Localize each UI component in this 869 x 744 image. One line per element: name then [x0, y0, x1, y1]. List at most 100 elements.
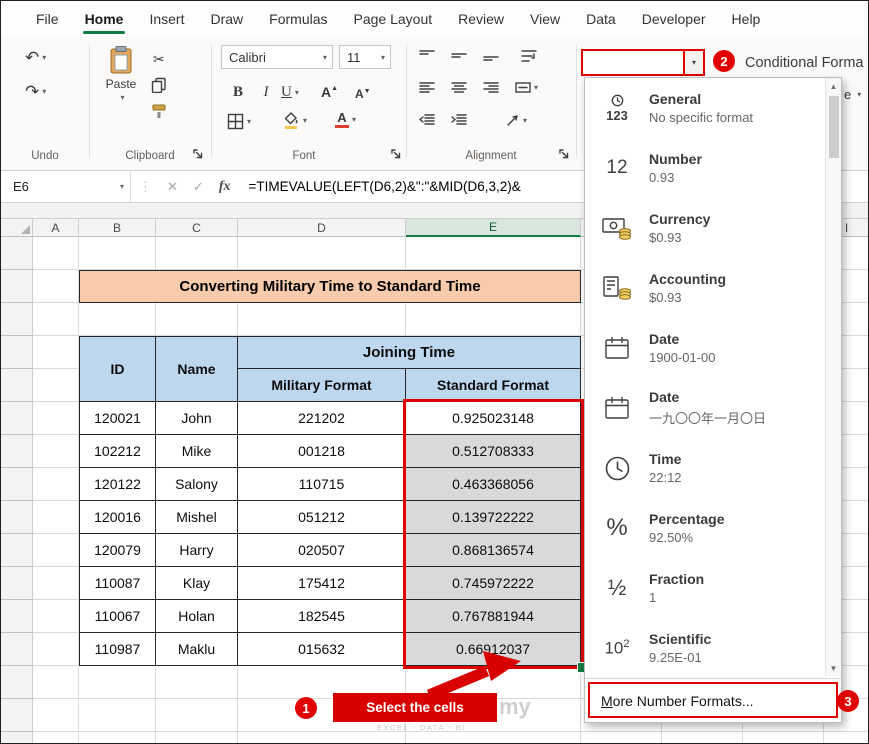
cell-c6[interactable]: John: [156, 402, 238, 435]
empty-cell[interactable]: [33, 699, 79, 732]
tab-review[interactable]: Review: [445, 2, 517, 36]
row-header-stub[interactable]: [1, 336, 33, 369]
empty-cell[interactable]: [33, 237, 79, 270]
cell-e12[interactable]: 0.767881944: [406, 600, 581, 633]
bold-button[interactable]: B: [227, 81, 249, 103]
empty-cell[interactable]: [79, 237, 156, 270]
empty-cell[interactable]: [156, 237, 238, 270]
empty-cell[interactable]: [33, 402, 79, 435]
number-format-combobox[interactable]: ▾: [581, 49, 705, 76]
cell-c12[interactable]: Holan: [156, 600, 238, 633]
empty-cell[interactable]: [824, 732, 869, 744]
empty-cell[interactable]: [33, 435, 79, 468]
scrollbar-thumb[interactable]: [829, 96, 839, 158]
format-option-percentage[interactable]: % Percentage 92.50%: [585, 498, 841, 558]
empty-cell[interactable]: [33, 567, 79, 600]
row-header-stub[interactable]: [1, 303, 33, 336]
increase-font-size-button[interactable]: A ▲: [321, 81, 338, 103]
select-all-button[interactable]: [1, 219, 33, 237]
empty-cell[interactable]: [156, 666, 238, 699]
empty-cell[interactable]: [743, 732, 824, 744]
cell-b11[interactable]: 110087: [79, 567, 156, 600]
tab-view[interactable]: View: [517, 2, 573, 36]
scroll-up-icon[interactable]: ▲: [830, 78, 838, 94]
font-dialog-launcher-icon[interactable]: [391, 149, 402, 160]
cell-d11[interactable]: 175412: [238, 567, 406, 600]
cell-b10[interactable]: 120079: [79, 534, 156, 567]
empty-cell[interactable]: [79, 732, 156, 744]
fill-color-button[interactable]: ▾: [283, 111, 307, 130]
borders-button[interactable]: ▾: [227, 113, 251, 130]
font-color-button[interactable]: A ▾: [335, 111, 356, 128]
table-header-id[interactable]: ID: [79, 336, 156, 402]
cell-e8[interactable]: 0.463368056: [406, 468, 581, 501]
empty-cell[interactable]: [33, 369, 79, 402]
conditional-formatting-button[interactable]: Conditional Forma: [745, 55, 863, 71]
table-header-standard-format[interactable]: Standard Format: [406, 369, 581, 402]
row-header-stub[interactable]: [1, 501, 33, 534]
row-header-stub[interactable]: [1, 534, 33, 567]
row-header-stub[interactable]: [1, 666, 33, 699]
format-option-date-long[interactable]: Date 一九〇〇年一月〇日: [585, 378, 841, 438]
empty-cell[interactable]: [33, 303, 79, 336]
empty-cell[interactable]: [581, 732, 662, 744]
row-header-stub[interactable]: [1, 567, 33, 600]
copy-button[interactable]: [151, 77, 167, 93]
clipped-ribbon-button[interactable]: e ▾: [844, 87, 861, 102]
clipboard-dialog-launcher-icon[interactable]: [193, 149, 204, 160]
format-option-time[interactable]: Time 22:12: [585, 438, 841, 498]
tab-help[interactable]: Help: [719, 2, 774, 36]
align-top-button[interactable]: [419, 49, 435, 62]
orientation-button[interactable]: ▾: [506, 113, 527, 127]
italic-button[interactable]: I: [255, 81, 277, 103]
empty-cell[interactable]: [156, 732, 238, 744]
column-header-e[interactable]: E: [406, 219, 581, 237]
worksheet-title[interactable]: Converting Military Time to Standard Tim…: [79, 270, 581, 303]
column-header-a[interactable]: A: [33, 219, 79, 237]
column-header-d[interactable]: D: [238, 219, 406, 237]
tab-page-layout[interactable]: Page Layout: [341, 2, 446, 36]
paste-button[interactable]: Paste ▾: [97, 45, 145, 102]
tab-formulas[interactable]: Formulas: [256, 2, 340, 36]
cell-d6[interactable]: 221202: [238, 402, 406, 435]
font-name-combobox[interactable]: Calibri ▾: [221, 45, 333, 69]
format-option-general[interactable]: 123 General No specific format: [585, 78, 841, 138]
wrap-text-button[interactable]: [521, 49, 537, 62]
empty-cell[interactable]: [33, 534, 79, 567]
cancel-icon[interactable]: ✕: [167, 179, 178, 195]
decrease-indent-button[interactable]: [419, 113, 435, 126]
row-header-stub[interactable]: [1, 600, 33, 633]
align-bottom-button[interactable]: [483, 49, 499, 62]
cell-b7[interactable]: 102212: [79, 435, 156, 468]
row-header-stub[interactable]: [1, 633, 33, 666]
empty-cell[interactable]: [33, 633, 79, 666]
tab-data[interactable]: Data: [573, 2, 629, 36]
format-option-currency[interactable]: Currency $0.93: [585, 198, 841, 258]
cell-c7[interactable]: Mike: [156, 435, 238, 468]
format-option-scientific[interactable]: 102 Scientific 9.25E-01: [585, 618, 841, 678]
enter-icon[interactable]: ✓: [193, 179, 204, 195]
merge-center-button[interactable]: ▾: [515, 81, 538, 94]
cell-e9[interactable]: 0.139722222: [406, 501, 581, 534]
cell-b12[interactable]: 110067: [79, 600, 156, 633]
empty-cell[interactable]: [79, 303, 156, 336]
cell-e10[interactable]: 0.868136574: [406, 534, 581, 567]
empty-cell[interactable]: [33, 501, 79, 534]
table-header-military-format[interactable]: Military Format: [238, 369, 406, 402]
empty-cell[interactable]: [79, 666, 156, 699]
empty-cell[interactable]: [238, 303, 406, 336]
cell-d12[interactable]: 182545: [238, 600, 406, 633]
column-header-c[interactable]: C: [156, 219, 238, 237]
cell-c13[interactable]: Maklu: [156, 633, 238, 666]
cell-b8[interactable]: 120122: [79, 468, 156, 501]
formula-input[interactable]: =TIMEVALUE(LEFT(D6,2)&":"&MID(D6,3,2)&: [248, 179, 520, 194]
table-header-joining-time[interactable]: Joining Time: [238, 336, 581, 369]
column-header-b[interactable]: B: [79, 219, 156, 237]
cell-c10[interactable]: Harry: [156, 534, 238, 567]
align-center-button[interactable]: [451, 81, 467, 94]
cell-b13[interactable]: 110987: [79, 633, 156, 666]
row-header-stub[interactable]: [1, 699, 33, 732]
font-size-combobox[interactable]: 11 ▾: [339, 45, 391, 69]
empty-cell[interactable]: [33, 468, 79, 501]
redo-button[interactable]: ↷ ▾: [25, 83, 46, 100]
